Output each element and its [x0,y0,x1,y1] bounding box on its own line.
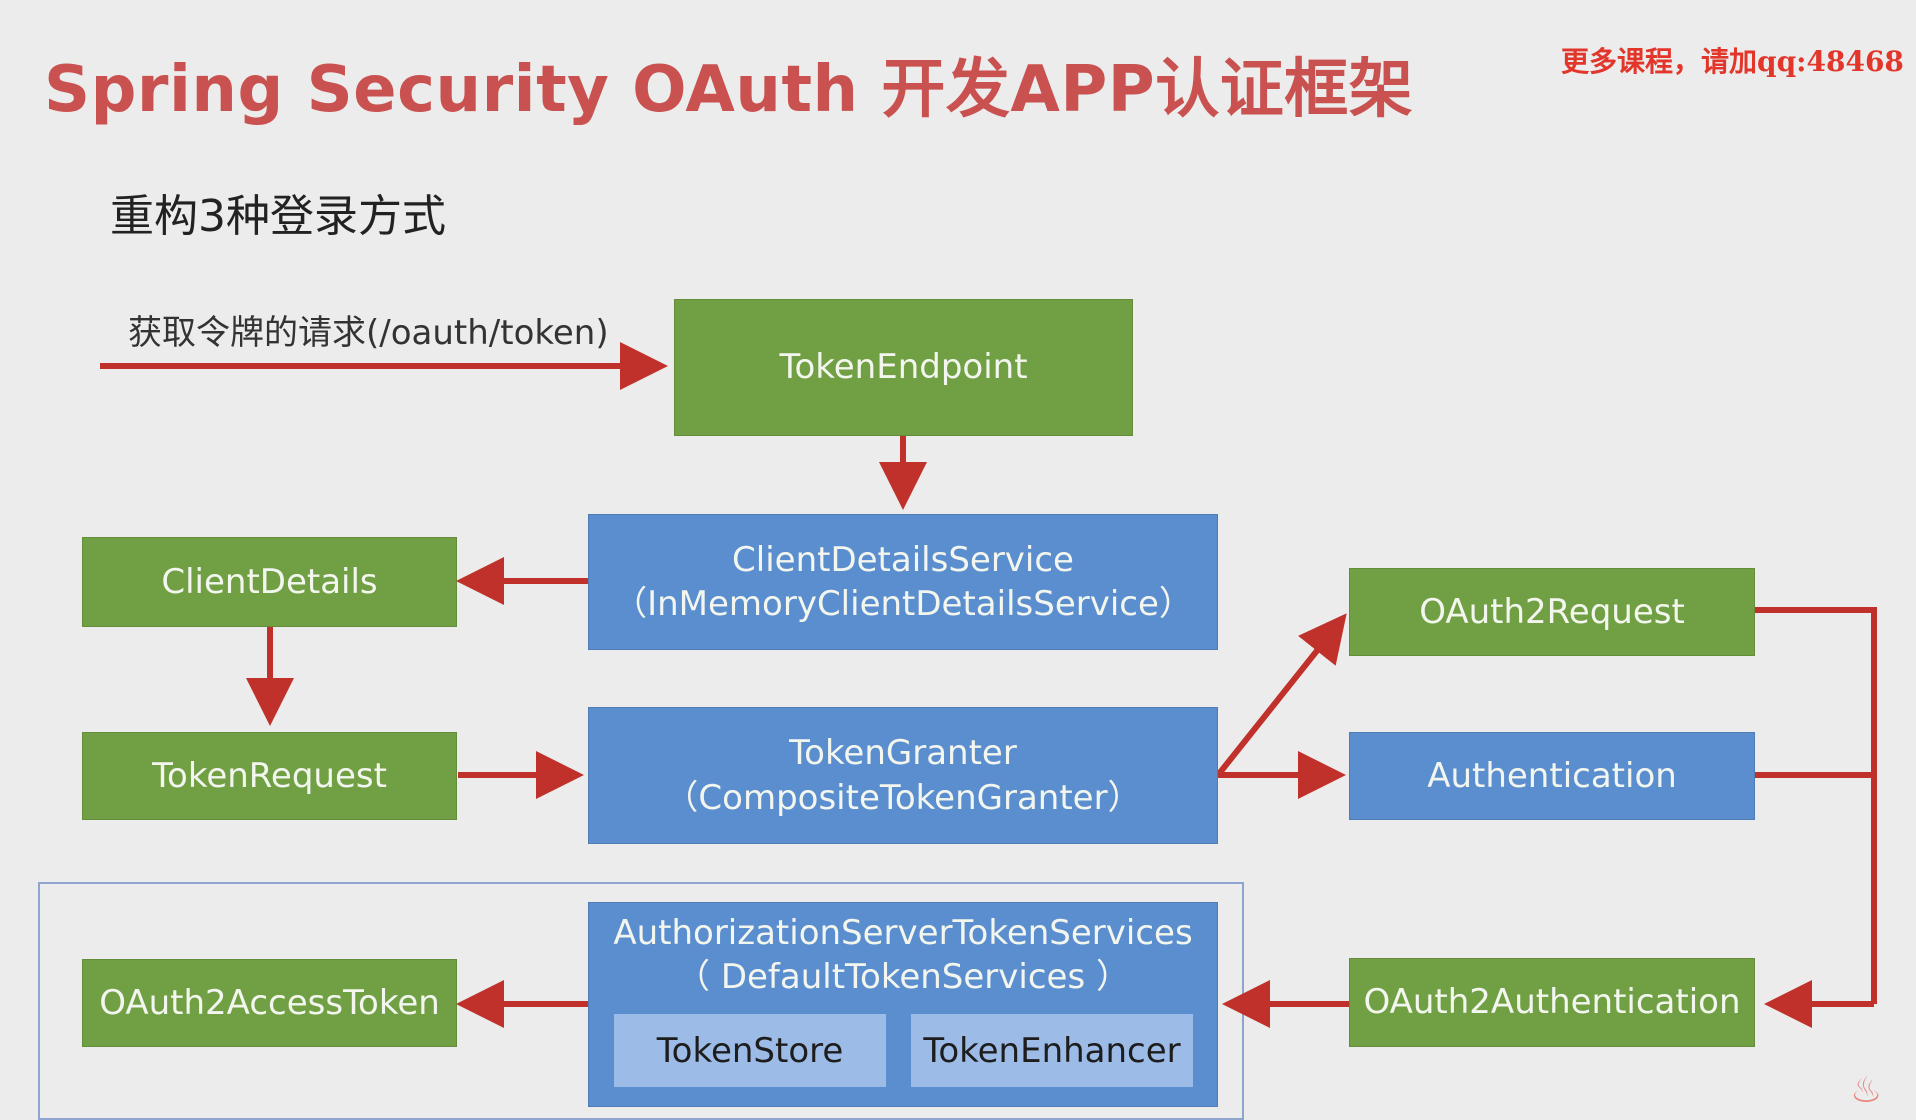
authentication-box: Authentication [1349,732,1755,820]
token-request-box: TokenRequest [82,732,457,820]
client-details-box: ClientDetails [82,537,457,627]
token-store-box: TokenStore [614,1014,886,1087]
oauth2-request-box: OAuth2Request [1349,568,1755,656]
token-services-impl-label: （ DefaultTokenServices ） [676,957,1130,998]
oauth2-authentication-label: OAuth2Authentication [1363,982,1741,1023]
token-enhancer-label: TokenEnhancer [923,1030,1181,1071]
authentication-label: Authentication [1427,755,1677,796]
oauth2-authentication-box: OAuth2Authentication [1349,958,1755,1047]
client-details-service-box: ClientDetailsService （InMemoryClientDeta… [588,514,1218,650]
oauth2-access-token-box: OAuth2AccessToken [82,959,457,1047]
token-granter-box: TokenGranter （CompositeTokenGranter） [588,707,1218,844]
token-store-label: TokenStore [656,1030,844,1071]
flame-logo-icon: ♨ [1850,1070,1883,1111]
token-services-label: AuthorizationServerTokenServices [613,913,1193,953]
token-endpoint-box: TokenEndpoint [674,299,1133,436]
connector-oauth2-request-to-right-rail [1755,607,1877,1004]
client-details-service-impl-label: （InMemoryClientDetailsService） [613,584,1193,624]
oauth2-request-label: OAuth2Request [1419,591,1685,632]
client-details-service-label: ClientDetailsService [732,539,1074,580]
token-enhancer-box: TokenEnhancer [911,1014,1193,1087]
token-granter-impl-label: （CompositeTokenGranter） [664,777,1142,818]
token-granter-label: TokenGranter [789,733,1017,774]
client-details-label: ClientDetails [161,561,378,602]
token-endpoint-label: TokenEndpoint [779,347,1028,388]
arrow-token-granter-to-oauth2-request [1215,613,1347,777]
oauth2-access-token-label: OAuth2AccessToken [99,982,440,1023]
token-request-node-label: TokenRequest [152,755,387,796]
